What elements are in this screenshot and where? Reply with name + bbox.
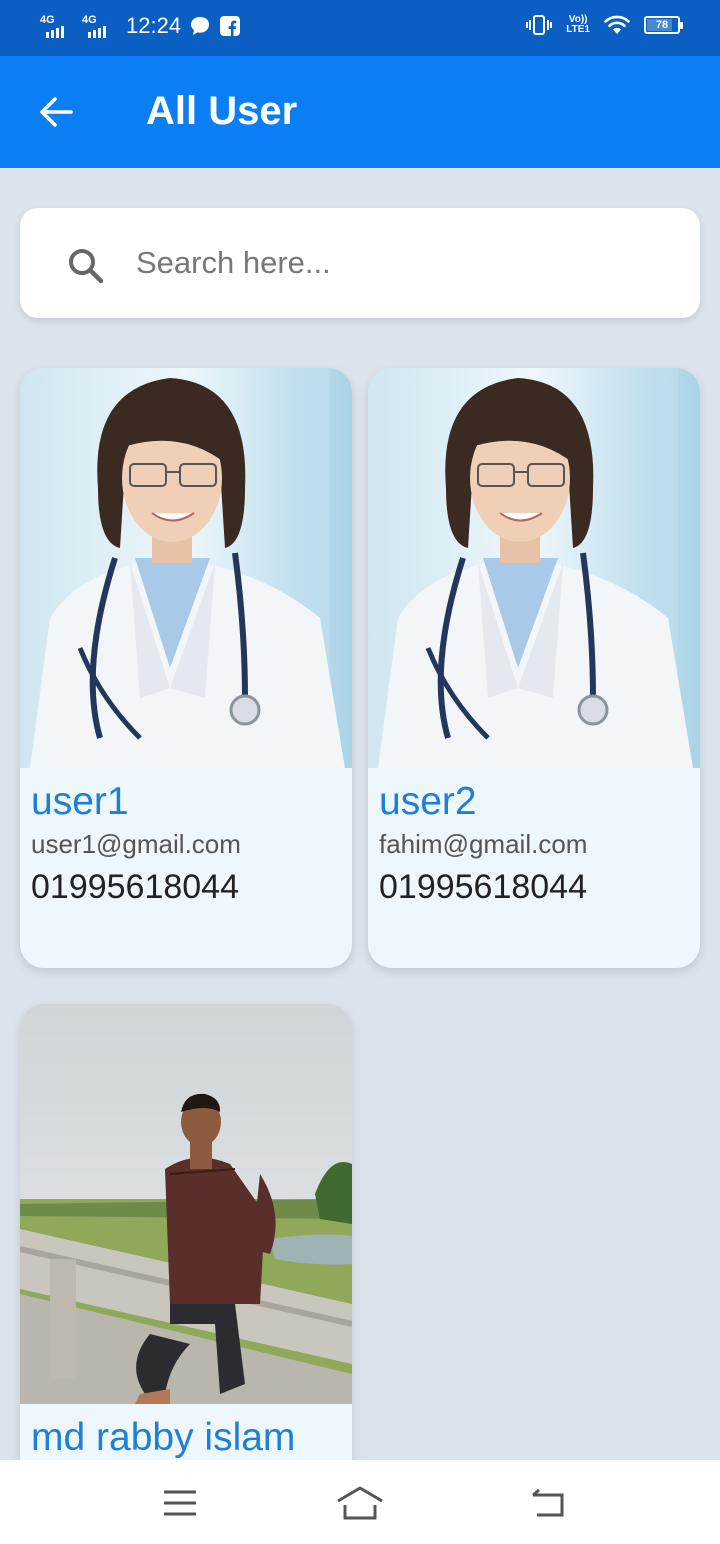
arrow-left-icon bbox=[40, 97, 73, 127]
back-button[interactable] bbox=[28, 84, 84, 140]
menu-button[interactable] bbox=[150, 1480, 210, 1526]
user-photo bbox=[20, 368, 352, 768]
home-icon bbox=[337, 1486, 383, 1520]
user-email: user1@gmail.com bbox=[31, 829, 241, 859]
navigation-bar bbox=[0, 1460, 720, 1544]
home-button[interactable] bbox=[330, 1480, 390, 1526]
battery-icon: 78 bbox=[644, 16, 683, 34]
signal-icon: 4G bbox=[40, 12, 74, 40]
app-bar: All User bbox=[0, 56, 720, 168]
status-right: Vo)) LTE1 78 bbox=[526, 14, 683, 36]
user-email: fahim@gmail.com bbox=[379, 829, 588, 859]
vibrate-icon bbox=[526, 15, 553, 35]
user-card[interactable]: user2 fahim@gmail.com 01995618044 bbox=[368, 368, 700, 968]
back-icon bbox=[532, 1488, 564, 1517]
user-phone: 01995618044 bbox=[31, 868, 240, 906]
battery-level: 78 bbox=[655, 19, 669, 31]
user-photo bbox=[368, 368, 700, 768]
wifi-icon bbox=[604, 15, 630, 34]
search-input[interactable] bbox=[136, 238, 676, 288]
network-type-label: 4G bbox=[82, 14, 97, 26]
facebook-icon bbox=[220, 16, 241, 36]
user-card[interactable]: user1 user1@gmail.com 01995618044 bbox=[20, 368, 352, 968]
status-left: 4G 4G 12:24 bbox=[40, 12, 241, 40]
search-box[interactable] bbox=[20, 208, 700, 318]
menu-icon bbox=[164, 1490, 196, 1516]
network-type-label: 4G bbox=[40, 14, 55, 26]
status-bar: 4G 4G 12:24 Vo)) LTE1 78 bbox=[0, 0, 720, 56]
user-name: user2 bbox=[379, 780, 477, 823]
user-phone: 01995618044 bbox=[379, 868, 588, 906]
chat-bubble-icon bbox=[191, 17, 210, 35]
status-time: 12:24 bbox=[126, 13, 182, 38]
user-name: user1 bbox=[31, 780, 129, 823]
page-title: All User bbox=[146, 89, 298, 133]
user-name: md rabby islam bbox=[31, 1416, 296, 1459]
signal-icon: 4G bbox=[82, 12, 116, 40]
user-photo bbox=[20, 1004, 352, 1404]
search-icon bbox=[69, 249, 104, 284]
volte-icon: Vo)) LTE1 bbox=[566, 14, 590, 35]
system-back-button[interactable] bbox=[518, 1480, 578, 1526]
